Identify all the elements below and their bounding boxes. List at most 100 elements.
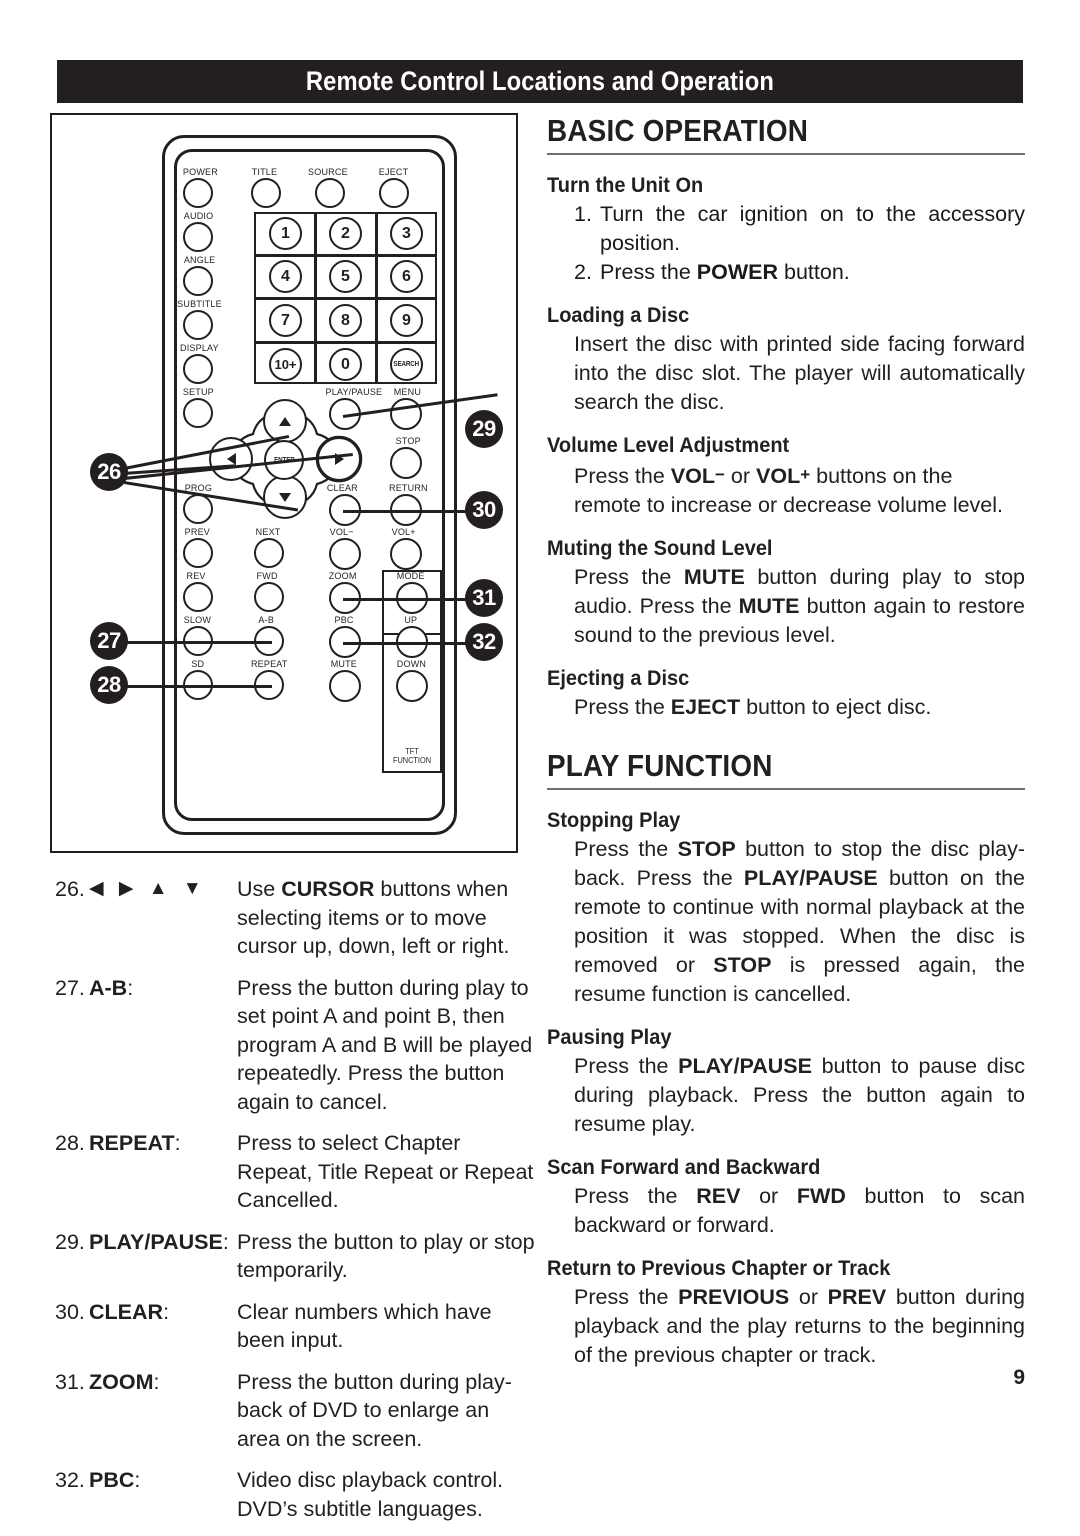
step-text-post: button. bbox=[778, 260, 850, 284]
button-prog[interactable] bbox=[183, 494, 213, 524]
button-vol-down[interactable] bbox=[329, 538, 361, 570]
vol-sup-minus: − bbox=[715, 465, 725, 484]
step-text-bold: POWER bbox=[696, 260, 779, 284]
subheading-volume-level: Volume Level Adjustment bbox=[547, 433, 790, 457]
legend-body: Press the button during play to set poin… bbox=[237, 975, 533, 1114]
label-rev: REV bbox=[186, 571, 206, 582]
legend-body-pre: Use bbox=[237, 877, 282, 901]
label-up: UP bbox=[404, 615, 418, 626]
mute-bold-2: MUTE bbox=[738, 594, 800, 618]
button-num-10plus[interactable]: 10+ bbox=[269, 348, 302, 381]
button-fwd[interactable] bbox=[254, 582, 284, 612]
list-item: 26. ◀ ▶ ▲ ▼ Use CURSOR buttons when sele… bbox=[55, 875, 535, 961]
manual-page: Remote Control Locations and Operation T… bbox=[0, 0, 1080, 1521]
step-number: 1. bbox=[574, 202, 592, 226]
legend-key-colon: : bbox=[222, 1229, 229, 1254]
legend-body: Clear numbers which have been input. bbox=[237, 1299, 492, 1353]
scan-bold-1: REV bbox=[696, 1184, 741, 1208]
legend-body: Use CURSOR buttons when selecting items … bbox=[237, 875, 535, 961]
legend-key: CLEAR: bbox=[89, 1298, 237, 1355]
button-source[interactable] bbox=[315, 178, 345, 208]
remote-legend-list: 26. ◀ ▶ ▲ ▼ Use CURSOR buttons when sele… bbox=[55, 875, 535, 1536]
button-power[interactable] bbox=[183, 178, 213, 208]
legend-key-text: A-B bbox=[89, 975, 128, 1000]
paragraph-ejecting-a-disc: Press the EJECT button to eject disc. bbox=[547, 693, 1025, 722]
button-num-4[interactable]: 4 bbox=[269, 260, 302, 293]
label-zoom: ZOOM bbox=[328, 571, 357, 582]
legend-number: 32. bbox=[55, 1468, 85, 1492]
eject-post: button to eject disc. bbox=[740, 695, 932, 719]
legend-key-colon: : bbox=[134, 1468, 141, 1492]
label-repeat: REPEAT bbox=[250, 659, 288, 670]
button-prev[interactable] bbox=[183, 538, 213, 568]
button-num-7[interactable]: 7 bbox=[269, 304, 302, 337]
button-cursor-down[interactable] bbox=[263, 475, 307, 519]
eject-bold: EJECT bbox=[670, 695, 741, 719]
label-mode: MODE bbox=[396, 571, 425, 582]
button-subtitle[interactable] bbox=[183, 310, 213, 340]
list-item: 1. Turn the car ignition on to the acces… bbox=[574, 200, 1025, 258]
vol-pre: Press the bbox=[574, 464, 671, 488]
button-setup[interactable] bbox=[183, 398, 213, 428]
num-7-label: 7 bbox=[281, 311, 290, 329]
num-5-label: 5 bbox=[341, 267, 350, 285]
num-6-label: 6 bbox=[402, 267, 411, 285]
legend-key-colon: : bbox=[163, 1299, 170, 1324]
vol-bold-1: VOL bbox=[670, 464, 715, 488]
button-angle[interactable] bbox=[183, 266, 213, 296]
section-title-play-function: PLAY FUNCTION bbox=[547, 748, 773, 783]
button-title[interactable] bbox=[251, 178, 281, 208]
legend-key-colon: : bbox=[174, 1131, 181, 1155]
button-num-9[interactable]: 9 bbox=[390, 304, 423, 337]
step-text: Turn the car ignition on to the accessor… bbox=[600, 202, 1025, 255]
page-number: 9 bbox=[1013, 1366, 1025, 1389]
button-num-0[interactable]: 0 bbox=[329, 348, 362, 381]
label-vol-up: VOL+ bbox=[391, 527, 416, 538]
button-down[interactable] bbox=[396, 670, 428, 702]
button-menu[interactable] bbox=[390, 398, 422, 430]
button-num-1[interactable]: 1 bbox=[269, 217, 302, 250]
list-item: 2. Press the POWER button. bbox=[574, 258, 1025, 287]
callout-26: 26 bbox=[90, 453, 128, 491]
button-mute[interactable] bbox=[329, 670, 361, 702]
legend-number: 30. bbox=[55, 1299, 85, 1324]
label-sd: SD bbox=[191, 659, 205, 670]
button-num-3[interactable]: 3 bbox=[390, 217, 423, 250]
button-num-2[interactable]: 2 bbox=[329, 217, 362, 250]
label-down: DOWN bbox=[396, 659, 427, 670]
callout-29: 29 bbox=[465, 410, 503, 448]
button-num-6[interactable]: 6 bbox=[390, 260, 423, 293]
button-eject[interactable] bbox=[379, 178, 409, 208]
label-source: SOURCE bbox=[308, 167, 348, 178]
button-audio[interactable] bbox=[183, 222, 213, 252]
num-1-label: 1 bbox=[281, 224, 290, 242]
button-next[interactable] bbox=[254, 538, 284, 568]
button-search[interactable]: SEARCH bbox=[390, 348, 423, 381]
legend-body: Press the button to play or stop tempora… bbox=[237, 1229, 535, 1283]
eject-pre: Press the bbox=[574, 695, 671, 719]
subheading-return-previous-chapter: Return to Previous Chapter or Track bbox=[547, 1256, 891, 1280]
button-rev[interactable] bbox=[183, 582, 213, 612]
button-stop[interactable] bbox=[390, 447, 422, 479]
step-text-pre: Press the bbox=[600, 260, 697, 284]
button-display[interactable] bbox=[183, 354, 213, 384]
legend-body: Video disc playback control. DVD’s subti… bbox=[237, 1468, 504, 1521]
section-rule bbox=[547, 788, 1025, 790]
stop-pre: Press the bbox=[574, 837, 678, 861]
num-10plus-label: 10+ bbox=[274, 357, 297, 372]
legend-key-colon: : bbox=[153, 1369, 160, 1394]
button-vol-up[interactable] bbox=[390, 538, 422, 570]
label-menu: MENU bbox=[393, 387, 422, 398]
label-eject: EJECT bbox=[378, 167, 409, 178]
list-item: 28. REPEAT: Press to select Chapter Repe… bbox=[55, 1129, 535, 1215]
leader-line-27 bbox=[124, 641, 272, 644]
button-num-8[interactable]: 8 bbox=[329, 304, 362, 337]
list-item: 30. CLEAR: Clear numbers which have been… bbox=[55, 1298, 535, 1355]
page-title: Remote Control Locations and Operation bbox=[305, 66, 775, 96]
legend-key: ◀ ▶ ▲ ▼ bbox=[89, 878, 207, 899]
legend-key: PBC: bbox=[89, 1466, 237, 1523]
callout-32: 32 bbox=[465, 623, 503, 661]
button-num-5[interactable]: 5 bbox=[329, 260, 362, 293]
scan-bold-2: FWD bbox=[796, 1184, 846, 1208]
legend-key: A-B: bbox=[89, 974, 237, 1117]
